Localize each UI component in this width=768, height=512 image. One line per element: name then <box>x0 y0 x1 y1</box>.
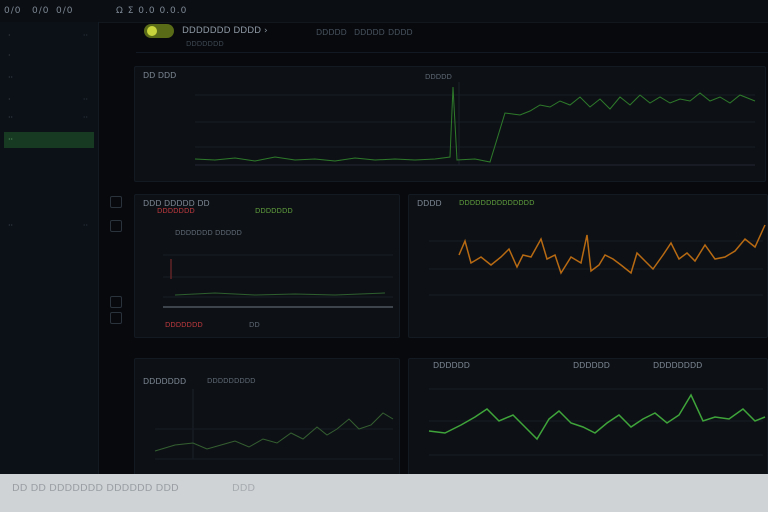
dashboard-menu-item[interactable]: DDDDD <box>354 28 385 37</box>
sidebar: · ·· · ·· · ·· ·· ·· ·· ·· ·· <box>0 22 99 474</box>
toolbar-button-1[interactable]: 0/0 <box>4 6 21 16</box>
panel-bottom-right[interactable]: DDDDDD DDDDDD DDDDDDDD <box>408 358 768 476</box>
sidebar-item[interactable]: · ·· <box>4 28 94 44</box>
footer-text: DD DD DDDDDDD DDDDDD DDD <box>12 483 179 494</box>
panel-mid-left[interactable]: DDD DDDDD DD DDDDDDD DDDDDDD DDDDDDD DDD… <box>134 194 400 338</box>
logo <box>144 24 174 38</box>
sidebar-item[interactable]: ·· ·· <box>4 218 94 234</box>
panel-chart <box>428 388 766 456</box>
sidebar-item-active[interactable]: ·· <box>4 132 94 148</box>
panel-footer-red: DDDDDDD <box>165 321 203 329</box>
panel-footer-tag: DD <box>249 321 260 329</box>
dashboard-title[interactable]: DDDDDDD DDDD › <box>182 26 268 36</box>
sidebar-item[interactable]: ·· ·· <box>4 110 94 126</box>
toolbar-button-2[interactable]: 0/0 <box>32 6 49 16</box>
collapse-icon[interactable] <box>110 196 122 208</box>
footer-button[interactable]: DDD <box>232 483 255 494</box>
sidebar-item-label: ·· <box>8 113 14 122</box>
sidebar-item-count: ·· <box>82 221 88 230</box>
sidebar-item-count: ·· <box>82 95 88 104</box>
footer-bar: DD DD DDDDDDD DDDDDD DDD DDD <box>0 474 768 512</box>
panel-top[interactable]: DD DDD DDDDD <box>134 66 766 182</box>
sidebar-item-label: ·· <box>8 73 14 82</box>
sidebar-item-label: · <box>8 51 11 60</box>
panel-chart <box>154 389 394 460</box>
sidebar-item-label: ·· <box>8 135 14 144</box>
dashboard-subtitle: DDDDDDD <box>186 40 224 48</box>
sidebar-item[interactable]: ·· <box>4 70 94 86</box>
share-icon[interactable] <box>110 220 122 232</box>
sidebar-item-label: · <box>8 95 11 104</box>
dashboard-menu-item[interactable]: DDDD <box>388 28 413 37</box>
panel-bottom-left[interactable]: DDDDDDD DDDDDDDDD <box>134 358 400 476</box>
sidebar-item[interactable]: · ·· <box>4 92 94 108</box>
panel-chart <box>163 254 393 308</box>
toolbar-button-3[interactable]: 0/0 <box>56 6 73 16</box>
info-icon[interactable] <box>110 312 122 324</box>
sidebar-item-count: ·· <box>82 113 88 122</box>
sidebar-item-count: ·· <box>82 31 88 40</box>
settings-icon[interactable] <box>110 296 122 308</box>
sidebar-item[interactable]: · <box>4 48 94 64</box>
panel-icon-strip <box>106 192 126 342</box>
dashboard-header: DDDDDDD DDDD › DDDDDDD DDDDD DDDDD DDDD <box>136 18 768 53</box>
sidebar-item-label: · <box>8 31 11 40</box>
panel-mid-right[interactable]: DDDD DDDDDDDDDDDDDD <box>408 194 768 338</box>
sidebar-item-label: ·· <box>8 221 14 230</box>
panel-chart <box>429 224 766 296</box>
toolbar-tab[interactable]: Ω Σ 0.0 0.0.0 <box>116 6 187 16</box>
dashboard-menu-item[interactable]: DDDDD <box>316 28 347 37</box>
panel-chart <box>194 82 756 166</box>
